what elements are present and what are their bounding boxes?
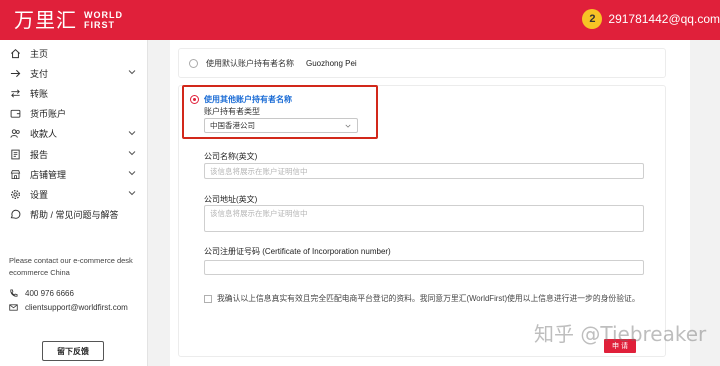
phone-number: 400 976 6666: [25, 289, 74, 298]
sidebar-item-transfer[interactable]: 转账: [0, 83, 147, 103]
sidebar-item-label: 报告: [30, 149, 49, 160]
company-name-input[interactable]: 该信息将展示在账户证明信中: [204, 163, 644, 179]
gear-icon: [9, 188, 21, 200]
sidebar-item-label: 帮助 / 常见问题与解答: [30, 210, 119, 221]
chevron-down-icon: [128, 191, 136, 196]
arrow-right-icon: [9, 67, 21, 79]
sidebar-item-label: 设置: [30, 189, 49, 200]
worldfirst-logo[interactable]: 万里汇 WORLD FIRST: [14, 7, 123, 33]
default-holder-name: Guozhong Pei: [306, 58, 357, 68]
mail-icon: [9, 304, 18, 311]
watermark: 知乎 @Tiebreaker: [534, 322, 707, 346]
company-address-input[interactable]: 该信息将展示在账户证明信中: [204, 205, 644, 232]
sidebar-item-label: 收款人: [30, 129, 58, 140]
highlight-annotation-box: [182, 85, 378, 139]
option-default-holder[interactable]: 使用默认账户持有者名称 Guozhong Pei: [178, 48, 666, 78]
wallet-icon: [9, 108, 21, 120]
help-icon: [9, 209, 21, 221]
sidebar-item-settings[interactable]: 设置: [0, 184, 147, 204]
sidebar-item-home[interactable]: 主页: [0, 43, 147, 63]
registration-number-label: 公司注册证号码 (Certificate of Incorporation nu…: [204, 247, 391, 256]
sidebar-item-payment[interactable]: 支付: [0, 63, 147, 83]
home-icon: [9, 47, 21, 59]
sidebar: 主页 支付 转账 货币账户 收款人 报告 店铺管理 设置 帮助 / 常见问题与解…: [0, 40, 148, 366]
chevron-down-icon: [128, 70, 136, 75]
report-icon: [9, 148, 21, 160]
users-icon: [9, 128, 21, 140]
user-menu[interactable]: 2 291781442@qq.com: [582, 9, 720, 29]
contact-note: Please contact our e-commerce desk ecomm…: [9, 256, 133, 277]
contact-email[interactable]: clientsupport@worldfirst.com: [9, 303, 128, 312]
sidebar-item-label: 支付: [30, 68, 49, 79]
sidebar-item-label: 店铺管理: [30, 169, 67, 180]
registration-number-input[interactable]: [204, 260, 644, 275]
sidebar-item-help[interactable]: 帮助 / 常见问题与解答: [0, 205, 147, 225]
sidebar-item-label: 货币账户: [30, 109, 67, 120]
store-icon: [9, 168, 21, 180]
radio-default-holder[interactable]: [189, 58, 198, 68]
chevron-down-icon: [128, 130, 136, 135]
confirm-checkbox[interactable]: [204, 294, 212, 303]
sidebar-item-label: 转账: [30, 88, 49, 99]
option-default-label: 使用默认账户持有者名称: [206, 58, 294, 68]
support-email[interactable]: clientsupport@worldfirst.com: [25, 303, 128, 312]
contact-phone: 400 976 6666: [9, 289, 74, 298]
sidebar-item-store-management[interactable]: 店铺管理: [0, 164, 147, 184]
company-address-label: 公司地址(英文): [204, 195, 258, 204]
notification-badge[interactable]: 2: [582, 9, 603, 29]
confirm-row[interactable]: 我确认以上信息真实有效且完全匹配电商平台登记的资料。我同意万里汇(WorldFi…: [204, 293, 640, 304]
confirm-text: 我确认以上信息真实有效且完全匹配电商平台登记的资料。我同意万里汇(WorldFi…: [217, 294, 640, 303]
chevron-down-icon: [128, 151, 136, 156]
sidebar-item-reports[interactable]: 报告: [0, 144, 147, 164]
chevron-down-icon: [128, 171, 136, 176]
user-email[interactable]: 291781442@qq.com: [608, 12, 720, 26]
company-name-label: 公司名称(英文): [204, 152, 258, 161]
sidebar-item-payees[interactable]: 收款人: [0, 124, 147, 144]
feedback-button[interactable]: 留下反馈: [42, 341, 104, 361]
logo-chinese-text: 万里汇: [14, 8, 77, 32]
phone-icon: [10, 289, 18, 297]
transfer-icon: [9, 87, 21, 99]
top-header: 万里汇 WORLD FIRST 2 291781442@qq.com: [0, 0, 720, 40]
sidebar-item-currency-accounts[interactable]: 货币账户: [0, 104, 147, 124]
logo-english-text: WORLD FIRST: [84, 10, 123, 30]
sidebar-item-label: 主页: [30, 48, 49, 59]
